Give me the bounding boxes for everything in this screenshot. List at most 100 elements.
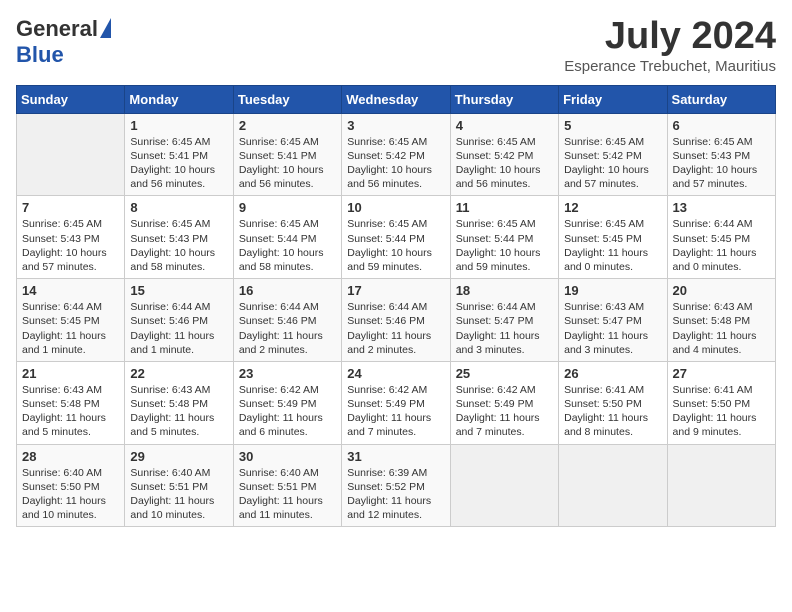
day-info: Sunrise: 6:45 AMSunset: 5:44 PMDaylight:… bbox=[239, 217, 336, 274]
day-number: 25 bbox=[456, 366, 553, 381]
day-cell: 5Sunrise: 6:45 AMSunset: 5:42 PMDaylight… bbox=[559, 113, 667, 196]
day-info: Sunrise: 6:41 AMSunset: 5:50 PMDaylight:… bbox=[673, 383, 770, 440]
day-cell: 10 Sunrise: 6:45 AMSunset: 5:44 PMDayligh… bbox=[342, 196, 450, 279]
day-cell: 12 Sunrise: 6:45 AMSunset: 5:45 PMDayligh… bbox=[559, 196, 667, 279]
day-cell: 26Sunrise: 6:41 AMSunset: 5:50 PMDayligh… bbox=[559, 361, 667, 444]
location-text: Esperance Trebuchet, Mauritius bbox=[564, 58, 776, 75]
day-info: Sunrise: 6:45 AMSunset: 5:44 PMDaylight:… bbox=[456, 217, 553, 274]
day-number: 6 bbox=[673, 118, 770, 133]
day-info: Sunrise: 6:45 AMSunset: 5:44 PMDaylight:… bbox=[347, 217, 444, 274]
header-cell-thursday: Thursday bbox=[450, 85, 558, 113]
day-info: Sunrise: 6:42 AMSunset: 5:49 PMDaylight:… bbox=[347, 383, 444, 440]
logo-triangle-icon bbox=[100, 18, 111, 38]
day-number: 26 bbox=[564, 366, 661, 381]
header-row: SundayMondayTuesdayWednesdayThursdayFrid… bbox=[17, 85, 776, 113]
day-info: Sunrise: 6:45 AMSunset: 5:42 PMDaylight:… bbox=[347, 135, 444, 192]
day-info: Sunrise: 6:43 AMSunset: 5:47 PMDaylight:… bbox=[564, 300, 661, 357]
calendar-body: 1 Sunrise: 6:45 AMSunset: 5:41 PMDaylight… bbox=[17, 113, 776, 526]
day-cell bbox=[450, 444, 558, 527]
day-cell: 4 Sunrise: 6:45 AMSunset: 5:42 PMDaylight… bbox=[450, 113, 558, 196]
day-info: Sunrise: 6:44 AMSunset: 5:46 PMDaylight:… bbox=[347, 300, 444, 357]
header-cell-monday: Monday bbox=[125, 85, 233, 113]
day-info: Sunrise: 6:45 AMSunset: 5:42 PMDaylight:… bbox=[456, 135, 553, 192]
day-cell bbox=[17, 113, 125, 196]
header-cell-wednesday: Wednesday bbox=[342, 85, 450, 113]
day-number: 21 bbox=[22, 366, 119, 381]
day-number: 22 bbox=[130, 366, 227, 381]
day-cell: 30Sunrise: 6:40 AMSunset: 5:51 PMDayligh… bbox=[233, 444, 341, 527]
day-number: 12 bbox=[564, 200, 661, 215]
day-info: Sunrise: 6:44 AMSunset: 5:45 PMDaylight:… bbox=[22, 300, 119, 357]
week-row-4: 21 Sunrise: 6:43 AMSunset: 5:48 PMDayligh… bbox=[17, 361, 776, 444]
day-info: Sunrise: 6:44 AMSunset: 5:47 PMDaylight:… bbox=[456, 300, 553, 357]
day-number: 23 bbox=[239, 366, 336, 381]
day-number: 29 bbox=[130, 449, 227, 464]
day-info: Sunrise: 6:43 AMSunset: 5:48 PMDaylight:… bbox=[22, 383, 119, 440]
day-number: 20 bbox=[673, 283, 770, 298]
day-cell: 24 Sunrise: 6:42 AMSunset: 5:49 PMDayligh… bbox=[342, 361, 450, 444]
day-number: 5 bbox=[564, 118, 661, 133]
day-number: 27 bbox=[673, 366, 770, 381]
day-cell: 23 Sunrise: 6:42 AMSunset: 5:49 PMDayligh… bbox=[233, 361, 341, 444]
day-info: Sunrise: 6:44 AMSunset: 5:45 PMDaylight:… bbox=[673, 217, 770, 274]
calendar-header: SundayMondayTuesdayWednesdayThursdayFrid… bbox=[17, 85, 776, 113]
header-cell-saturday: Saturday bbox=[667, 85, 775, 113]
day-cell: 18 Sunrise: 6:44 AMSunset: 5:47 PMDayligh… bbox=[450, 279, 558, 362]
day-info: Sunrise: 6:40 AMSunset: 5:50 PMDaylight:… bbox=[22, 466, 119, 523]
day-cell: 16Sunrise: 6:44 AMSunset: 5:46 PMDayligh… bbox=[233, 279, 341, 362]
day-cell: 2 Sunrise: 6:45 AMSunset: 5:41 PMDaylight… bbox=[233, 113, 341, 196]
day-info: Sunrise: 6:45 AMSunset: 5:41 PMDaylight:… bbox=[239, 135, 336, 192]
day-cell: 6 Sunrise: 6:45 AMSunset: 5:43 PMDaylight… bbox=[667, 113, 775, 196]
title-area: July 2024 Esperance Trebuchet, Mauritius bbox=[564, 16, 776, 75]
day-info: Sunrise: 6:45 AMSunset: 5:45 PMDaylight:… bbox=[564, 217, 661, 274]
day-number: 28 bbox=[22, 449, 119, 464]
day-cell: 7Sunrise: 6:45 AMSunset: 5:43 PMDaylight… bbox=[17, 196, 125, 279]
week-row-2: 7 Sunrise: 6:45 AMSunset: 5:43 PMDaylight… bbox=[17, 196, 776, 279]
week-row-1: 1 Sunrise: 6:45 AMSunset: 5:41 PMDaylight… bbox=[17, 113, 776, 196]
day-cell: 1Sunrise: 6:45 AMSunset: 5:41 PMDaylight… bbox=[125, 113, 233, 196]
day-number: 19 bbox=[564, 283, 661, 298]
day-number: 18 bbox=[456, 283, 553, 298]
day-number: 11 bbox=[456, 200, 553, 215]
day-cell: 11 Sunrise: 6:45 AMSunset: 5:44 PMDayligh… bbox=[450, 196, 558, 279]
day-info: Sunrise: 6:44 AMSunset: 5:46 PMDaylight:… bbox=[239, 300, 336, 357]
day-number: 1 bbox=[130, 118, 227, 133]
day-info: Sunrise: 6:42 AMSunset: 5:49 PMDaylight:… bbox=[239, 383, 336, 440]
week-row-5: 28 Sunrise: 6:40 AMSunset: 5:50 PMDayligh… bbox=[17, 444, 776, 527]
day-info: Sunrise: 6:43 AMSunset: 5:48 PMDaylight:… bbox=[130, 383, 227, 440]
day-cell: 17 Sunrise: 6:44 AMSunset: 5:46 PMDayligh… bbox=[342, 279, 450, 362]
month-title: July 2024 bbox=[564, 16, 776, 58]
day-number: 4 bbox=[456, 118, 553, 133]
header-cell-friday: Friday bbox=[559, 85, 667, 113]
day-number: 10 bbox=[347, 200, 444, 215]
day-cell: 25Sunrise: 6:42 AMSunset: 5:49 PMDayligh… bbox=[450, 361, 558, 444]
logo-blue-text: Blue bbox=[16, 42, 64, 68]
day-number: 17 bbox=[347, 283, 444, 298]
day-info: Sunrise: 6:39 AMSunset: 5:52 PMDaylight:… bbox=[347, 466, 444, 523]
day-number: 24 bbox=[347, 366, 444, 381]
day-info: Sunrise: 6:45 AMSunset: 5:43 PMDaylight:… bbox=[673, 135, 770, 192]
day-cell: 9 Sunrise: 6:45 AMSunset: 5:44 PMDaylight… bbox=[233, 196, 341, 279]
day-cell: 20 Sunrise: 6:43 AMSunset: 5:48 PMDayligh… bbox=[667, 279, 775, 362]
day-cell: 3Sunrise: 6:45 AMSunset: 5:42 PMDaylight… bbox=[342, 113, 450, 196]
day-info: Sunrise: 6:45 AMSunset: 5:43 PMDaylight:… bbox=[130, 217, 227, 274]
page-header: General Blue July 2024 Esperance Trebuch… bbox=[16, 16, 776, 75]
day-number: 7 bbox=[22, 200, 119, 215]
day-info: Sunrise: 6:43 AMSunset: 5:48 PMDaylight:… bbox=[673, 300, 770, 357]
day-cell: 22 Sunrise: 6:43 AMSunset: 5:48 PMDayligh… bbox=[125, 361, 233, 444]
day-cell: 31 Sunrise: 6:39 AMSunset: 5:52 PMDayligh… bbox=[342, 444, 450, 527]
day-number: 9 bbox=[239, 200, 336, 215]
day-number: 31 bbox=[347, 449, 444, 464]
header-cell-sunday: Sunday bbox=[17, 85, 125, 113]
day-cell bbox=[559, 444, 667, 527]
header-cell-tuesday: Tuesday bbox=[233, 85, 341, 113]
day-number: 8 bbox=[130, 200, 227, 215]
day-cell: 13Sunrise: 6:44 AMSunset: 5:45 PMDayligh… bbox=[667, 196, 775, 279]
logo: General Blue bbox=[16, 16, 111, 68]
day-cell: 19 Sunrise: 6:43 AMSunset: 5:47 PMDayligh… bbox=[559, 279, 667, 362]
day-number: 2 bbox=[239, 118, 336, 133]
day-cell: 21 Sunrise: 6:43 AMSunset: 5:48 PMDayligh… bbox=[17, 361, 125, 444]
calendar-table: SundayMondayTuesdayWednesdayThursdayFrid… bbox=[16, 85, 776, 527]
day-cell: 27 Sunrise: 6:41 AMSunset: 5:50 PMDayligh… bbox=[667, 361, 775, 444]
day-cell: 14Sunrise: 6:44 AMSunset: 5:45 PMDayligh… bbox=[17, 279, 125, 362]
